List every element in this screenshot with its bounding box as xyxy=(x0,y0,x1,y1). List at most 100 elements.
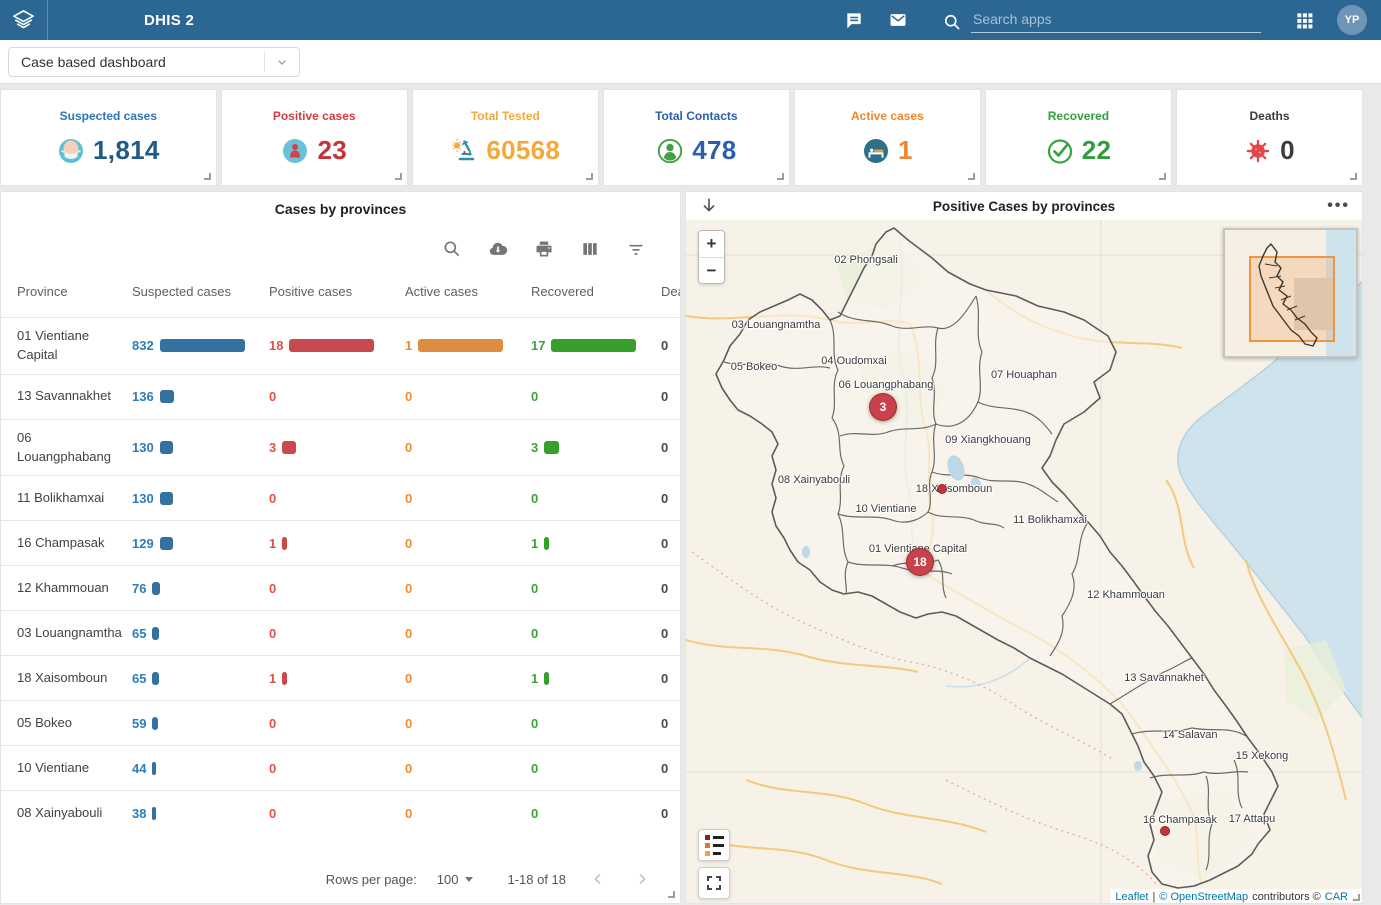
value-bar xyxy=(418,339,503,352)
overview-minimap[interactable] xyxy=(1223,228,1358,358)
legend-button[interactable] xyxy=(698,829,730,861)
stat-cards-row: Suspected cases 1,814 Positive cases 23 … xyxy=(0,89,1363,186)
positive-cell: 18 xyxy=(269,338,405,353)
col-header-province[interactable]: Province xyxy=(17,284,132,299)
value-bar xyxy=(160,537,173,550)
recovered-cell: 3 xyxy=(531,440,661,455)
legend-icon xyxy=(705,835,724,856)
deaths-cell: 0 xyxy=(661,761,681,776)
positive-cell: 0 xyxy=(269,389,405,404)
case-cluster-marker[interactable]: 18 xyxy=(906,548,934,576)
dashboard-bar: Case based dashboard xyxy=(0,40,1381,84)
map-region-label: 04 Oudomxai xyxy=(821,355,886,367)
mail-icon[interactable] xyxy=(887,9,909,31)
columns-icon[interactable] xyxy=(580,239,600,259)
value-bar xyxy=(282,441,296,454)
rows-per-page-select[interactable]: 100 xyxy=(437,872,474,887)
resize-handle[interactable] xyxy=(395,173,402,180)
resize-handle[interactable] xyxy=(1159,173,1166,180)
value-bar xyxy=(152,627,159,640)
case-cluster-marker[interactable]: 3 xyxy=(869,393,897,421)
resize-handle[interactable] xyxy=(586,173,593,180)
provider-link[interactable]: CAR xyxy=(1325,891,1348,903)
resize-handle[interactable] xyxy=(668,891,675,898)
deaths-cell: 0 xyxy=(661,389,681,404)
suspected-cell: 136 xyxy=(132,389,269,404)
value-bar xyxy=(152,672,159,685)
map-attribution: Leaflet | © OpenStreetMap contributors ©… xyxy=(1110,889,1363,904)
resize-handle[interactable] xyxy=(777,173,784,180)
dhis2-logo[interactable] xyxy=(0,0,48,40)
value-bar xyxy=(160,390,174,403)
map-region-label: 02 Phongsali xyxy=(834,254,898,266)
recovered-cell: 0 xyxy=(531,716,661,731)
positive-cell: 0 xyxy=(269,716,405,731)
apps-grid-icon[interactable] xyxy=(1293,9,1315,31)
download-icon[interactable] xyxy=(488,239,508,259)
messages-icon[interactable] xyxy=(843,9,865,31)
resize-handle[interactable] xyxy=(968,173,975,180)
province-cell: 18 Xaisomboun xyxy=(17,669,132,688)
zoom-out-button[interactable]: − xyxy=(699,257,724,283)
app-title: DHIS 2 xyxy=(144,12,194,29)
recovered-cell: 17 xyxy=(531,338,661,353)
app-search xyxy=(941,8,1261,33)
positive-cell: 1 xyxy=(269,671,405,686)
print-icon[interactable] xyxy=(534,239,554,259)
positive-cell: 0 xyxy=(269,761,405,776)
pagination-range: 1-18 of 18 xyxy=(507,872,566,887)
resize-handle[interactable] xyxy=(1350,173,1357,180)
card-value: 22 xyxy=(1082,135,1112,166)
recovered-cell: 0 xyxy=(531,806,661,821)
user-avatar[interactable]: YP xyxy=(1337,5,1367,35)
card-value: 1,814 xyxy=(93,135,160,166)
resize-handle[interactable] xyxy=(204,173,211,180)
more-options-icon[interactable]: ••• xyxy=(1327,197,1350,215)
search-icon[interactable] xyxy=(442,239,462,259)
province-cell: 03 Louangnamtha xyxy=(17,624,132,643)
map-canvas[interactable]: 02 Phongsali03 Louangnamtha04 Oudomxai05… xyxy=(686,220,1363,904)
cases-table-panel: Cases by provinces Province S xyxy=(0,191,681,904)
zoom-in-button[interactable]: + xyxy=(699,231,724,257)
active-cell: 0 xyxy=(405,581,531,596)
case-point-marker[interactable] xyxy=(937,484,947,494)
case-point-marker[interactable] xyxy=(1160,826,1170,836)
table-row: 18 Xaisomboun 65 1 0 1 0 xyxy=(1,655,680,700)
deaths-cell: 0 xyxy=(661,716,681,731)
filter-icon[interactable] xyxy=(626,239,646,259)
value-bar xyxy=(152,717,158,730)
microscope-icon xyxy=(450,137,478,165)
active-cell: 0 xyxy=(405,716,531,731)
previous-page-button[interactable] xyxy=(586,867,610,891)
map-region-label: 13 Savannakhet xyxy=(1124,672,1204,684)
card-title: Recovered xyxy=(1048,109,1109,123)
card-title: Suspected cases xyxy=(60,109,157,123)
map-region-label: 11 Bolikhamxai xyxy=(1013,514,1087,526)
col-header-deaths[interactable]: Deaths xyxy=(661,284,681,299)
deaths-cell: 0 xyxy=(661,581,681,596)
next-page-button[interactable] xyxy=(630,867,654,891)
rows-per-page-label: Rows per page: xyxy=(326,872,417,887)
col-header-recovered[interactable]: Recovered xyxy=(531,284,661,299)
dashboard-select[interactable]: Case based dashboard xyxy=(8,47,300,77)
col-header-suspected[interactable]: Suspected cases xyxy=(132,284,269,299)
table-row: 05 Bokeo 59 0 0 0 0 xyxy=(1,700,680,745)
col-header-active[interactable]: Active cases xyxy=(405,284,531,299)
stat-card-positive-cases: Positive cases 23 xyxy=(221,89,408,186)
deaths-cell: 0 xyxy=(661,440,681,455)
fullscreen-icon xyxy=(707,876,721,890)
fullscreen-button[interactable] xyxy=(698,867,730,899)
search-apps-input[interactable] xyxy=(971,8,1261,33)
table-header-row: Province Suspected cases Positive cases … xyxy=(1,265,680,317)
active-cell: 0 xyxy=(405,491,531,506)
leaflet-link[interactable]: Leaflet xyxy=(1115,891,1148,903)
table-row: 11 Bolikhamxai 130 0 0 0 0 xyxy=(1,475,680,520)
openstreetmap-link[interactable]: © OpenStreetMap xyxy=(1159,891,1248,903)
province-cell: 06 Louangphabang xyxy=(17,429,132,467)
attribution-text: contributors © xyxy=(1252,891,1321,903)
card-value: 0 xyxy=(1280,135,1295,166)
resize-handle[interactable] xyxy=(1353,894,1360,901)
col-header-positive[interactable]: Positive cases xyxy=(269,284,405,299)
value-bar xyxy=(282,537,287,550)
map-region-label: 07 Houaphan xyxy=(991,369,1057,381)
